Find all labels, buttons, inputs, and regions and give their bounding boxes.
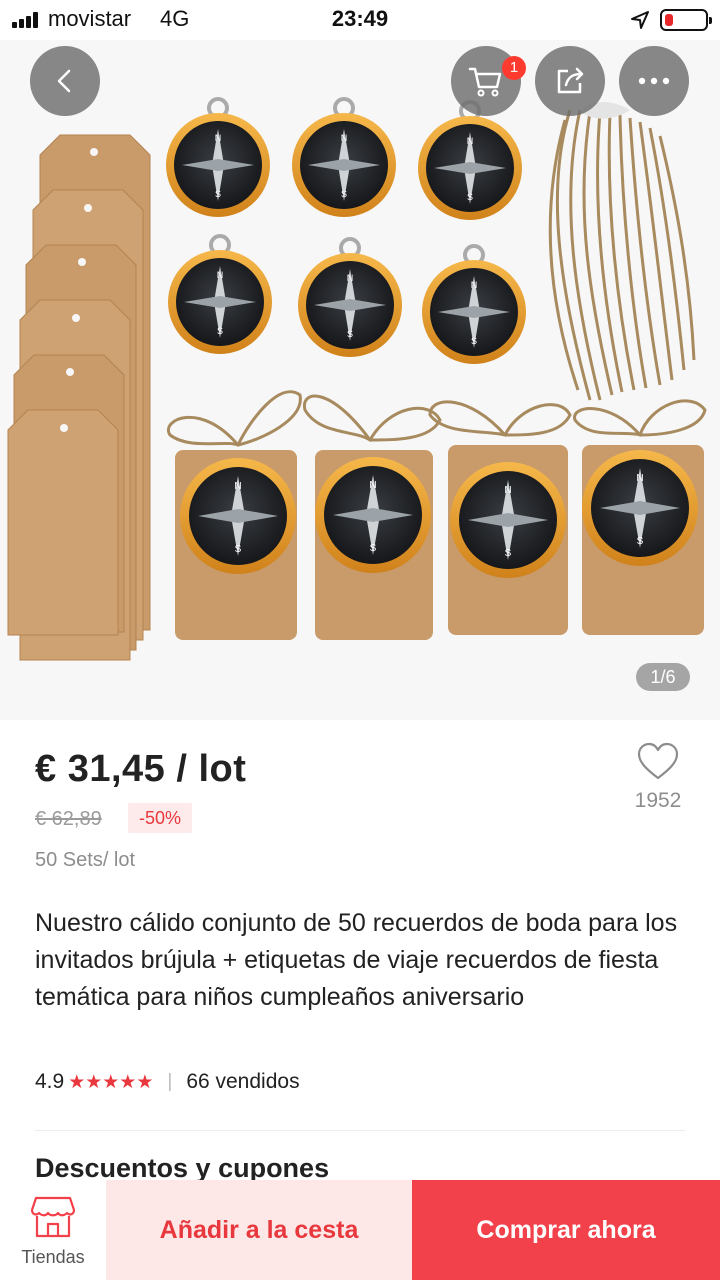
cart-count-badge: 1: [502, 56, 526, 80]
battery-level: [665, 14, 673, 26]
rating-value: 4.9: [35, 1070, 65, 1093]
svg-text:N: N: [636, 473, 643, 484]
svg-text:S: S: [467, 192, 473, 202]
location-arrow-icon: [631, 11, 649, 29]
share-icon: [557, 67, 584, 94]
rating-row[interactable]: 4.9 ★★★★★ | 66 vendidos: [35, 1070, 300, 1094]
shopping-cart-icon: [468, 67, 502, 97]
svg-text:N: N: [234, 481, 241, 492]
store-icon: [30, 1196, 76, 1238]
product-price: € 31,45 / lot: [35, 748, 247, 790]
svg-text:S: S: [341, 189, 347, 199]
image-page-indicator: 1/6: [636, 663, 690, 691]
svg-text:S: S: [235, 544, 242, 555]
product-title: Nuestro cálido conjunto de 50 recuerdos …: [35, 909, 678, 1011]
buy-now-button[interactable]: Comprar ahora: [412, 1180, 720, 1280]
svg-text:N: N: [504, 485, 511, 496]
back-button[interactable]: [30, 46, 100, 116]
more-options-button[interactable]: [619, 46, 689, 116]
add-to-cart-button[interactable]: Añadir a la cesta: [106, 1180, 412, 1280]
discount-badge: -50%: [128, 803, 193, 833]
svg-text:S: S: [471, 336, 477, 346]
store-label: Tiendas: [21, 1247, 85, 1267]
sold-count: 66 vendidos: [186, 1070, 300, 1093]
svg-text:N: N: [467, 136, 474, 146]
wishlist-button[interactable]: 1952: [618, 742, 698, 813]
share-button[interactable]: [535, 46, 605, 116]
svg-text:S: S: [347, 329, 353, 339]
svg-text:N: N: [471, 280, 478, 290]
original-price: € 62,89: [35, 808, 102, 830]
product-image-gallery[interactable]: N S N S N S N S N S N S N S N S N S N S 1 1/…: [0, 40, 720, 720]
svg-text:S: S: [217, 326, 223, 336]
more-icon: [638, 77, 670, 85]
svg-text:N: N: [341, 133, 348, 143]
rating-stars: ★★★★★: [68, 1071, 154, 1093]
clock: 23:49: [331, 6, 389, 31]
svg-text:N: N: [217, 270, 224, 280]
svg-text:S: S: [505, 548, 512, 559]
chevron-left-icon: [57, 69, 71, 93]
svg-text:S: S: [215, 189, 221, 199]
svg-text:S: S: [637, 536, 644, 547]
separator: |: [167, 1071, 173, 1092]
divider: [35, 1130, 685, 1131]
store-button[interactable]: Tiendas: [0, 1180, 106, 1280]
svg-text:S: S: [370, 543, 377, 554]
svg-text:N: N: [215, 133, 222, 143]
battery-icon: [660, 9, 712, 31]
lot-info: 50 Sets/ lot: [35, 849, 136, 871]
svg-text:N: N: [369, 480, 376, 491]
product-photo: N S N S N S N S NS NS NS NS NS NS: [0, 40, 720, 720]
wishlist-count: 1952: [634, 789, 682, 812]
svg-text:N: N: [347, 273, 354, 283]
bottom-action-bar: Tiendas Añadir a la cesta Comprar ahora: [0, 1180, 720, 1280]
heart-icon: [637, 742, 679, 780]
status-bar: movistar 4G 23:49: [0, 0, 720, 40]
